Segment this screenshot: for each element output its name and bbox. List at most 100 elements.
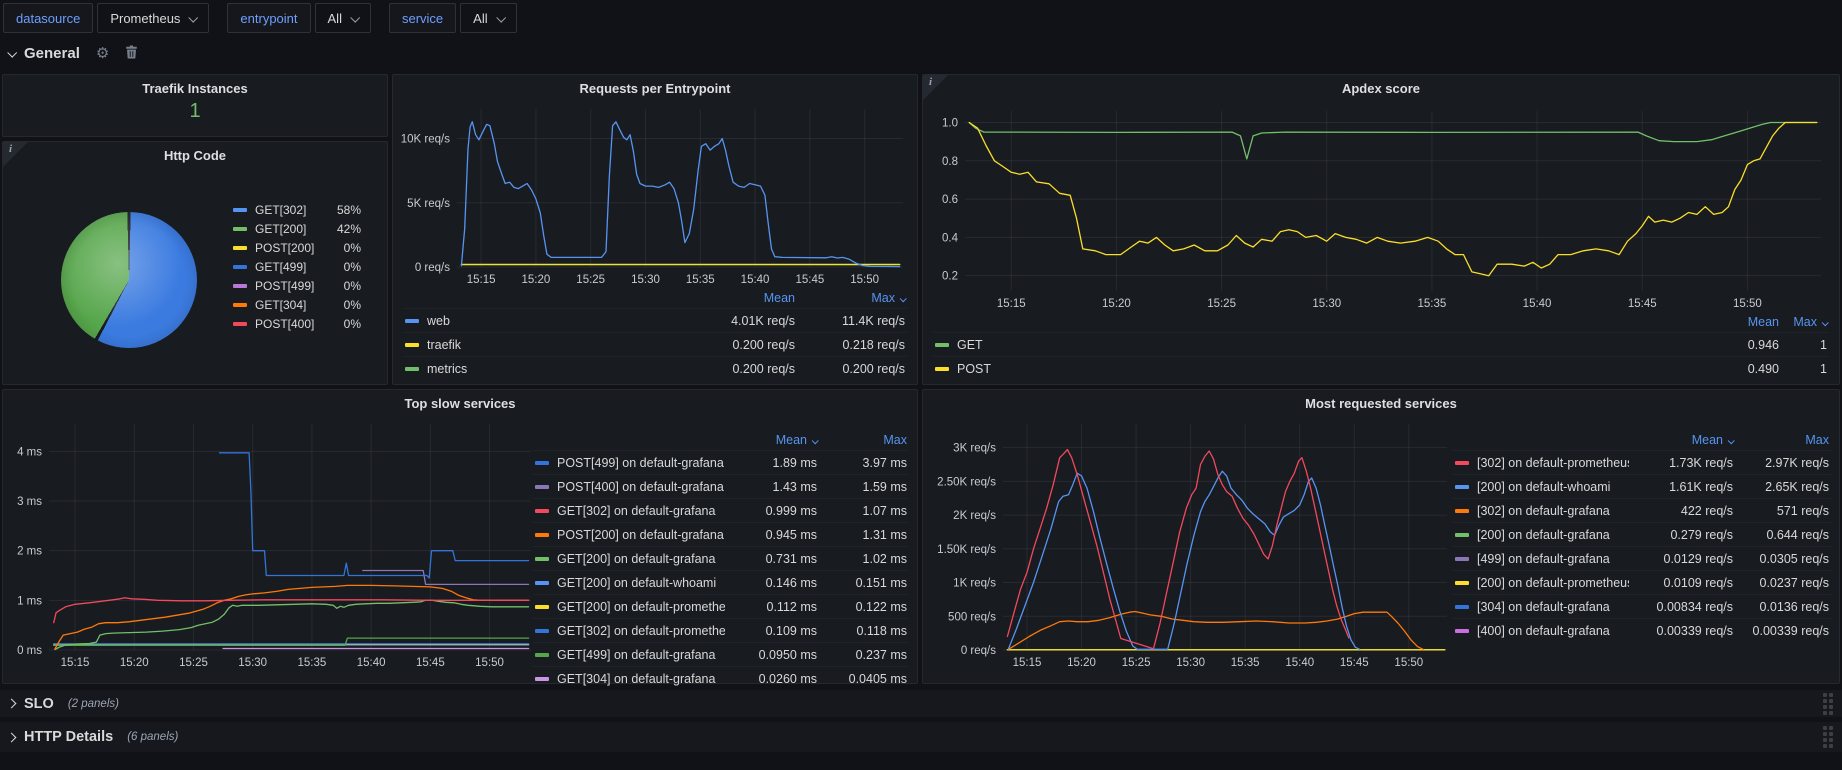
svg-text:15:45: 15:45 [795, 274, 824, 286]
legend-row[interactable]: metrics0.200 req/s0.200 req/s [403, 356, 907, 380]
series-mean: 4.01K req/s [695, 314, 795, 328]
most-requested-services-chart[interactable]: 15:1515:2015:2515:3015:3515:4015:4515:50… [927, 414, 1451, 674]
svg-text:0.4: 0.4 [942, 232, 959, 244]
series-line [220, 453, 529, 578]
series-color-swatch [1455, 629, 1469, 633]
legend-row[interactable]: [200] on default-prometheus0.0109 req/s0… [1453, 570, 1831, 594]
legend-sort-max[interactable]: Max [795, 291, 905, 305]
series-mean: 0.200 req/s [695, 338, 795, 352]
legend-row[interactable]: GET[304] on default-grafana0.0260 ms0.04… [533, 666, 909, 690]
legend-item[interactable]: POST[400]0% [233, 314, 361, 333]
legend-item[interactable]: GET[200]42% [233, 219, 361, 238]
http-code-pie-chart[interactable] [61, 212, 197, 348]
panel-title[interactable]: Traefik Instances [3, 75, 387, 96]
legend-sort-mean[interactable]: Mean [695, 291, 795, 305]
chevron-down-icon [7, 47, 17, 57]
svg-text:5K req/s: 5K req/s [407, 198, 450, 210]
legend-row[interactable]: POST0.4901 [933, 356, 1829, 380]
legend-header: MeanMax [1453, 430, 1831, 450]
svg-text:15:30: 15:30 [1176, 657, 1205, 669]
svg-text:15:50: 15:50 [475, 657, 504, 669]
legend-sort-mean[interactable]: Mean [1629, 433, 1733, 447]
var-label-datasource: datasource [3, 3, 93, 33]
svg-text:0 req/s: 0 req/s [961, 645, 996, 657]
svg-text:15:50: 15:50 [1394, 657, 1423, 669]
series-max: 1 [1779, 338, 1827, 352]
panel-title[interactable]: Apdex score [923, 75, 1839, 96]
legend-row[interactable]: GET[200] on default-prometheus0.112 ms0.… [533, 594, 909, 618]
legend-sort-mean[interactable]: Mean [1699, 315, 1779, 329]
svg-text:1K req/s: 1K req/s [953, 578, 996, 590]
series-color-swatch [405, 319, 419, 323]
svg-text:15:35: 15:35 [686, 274, 715, 286]
legend-row[interactable]: GET[200] on default-whoami0.146 ms0.151 … [533, 570, 909, 594]
legend-row[interactable]: POST[200] on default-grafana0.945 ms1.31… [533, 522, 909, 546]
legend-row[interactable]: GET[302] on default-grafana0.999 ms1.07 … [533, 498, 909, 522]
top-slow-services-chart[interactable]: 15:1515:2015:2515:3015:3515:4015:4515:50… [7, 414, 535, 674]
series-mean: 0.0129 req/s [1629, 552, 1733, 566]
legend-item[interactable]: GET[499]0% [233, 257, 361, 276]
legend-item[interactable]: POST[499]0% [233, 276, 361, 295]
legend-row[interactable]: [200] on default-whoami1.61K req/s2.65K … [1453, 474, 1831, 498]
drag-handle[interactable] [1823, 693, 1833, 715]
var-value-service[interactable]: All [460, 3, 516, 33]
panel-title[interactable]: Top slow services [3, 390, 917, 411]
legend-row[interactable]: [200] on default-grafana0.279 req/s0.644… [1453, 522, 1831, 546]
legend-row[interactable]: [302] on default-grafana422 req/s571 req… [1453, 498, 1831, 522]
legend-row[interactable]: [304] on default-grafana0.00834 req/s0.0… [1453, 594, 1831, 618]
apdex-score-chart[interactable]: 15:1515:2015:2515:3015:3515:4015:4515:50… [931, 101, 1833, 313]
series-max: 0.0237 req/s [1733, 576, 1829, 590]
svg-text:1 ms: 1 ms [17, 595, 42, 607]
legend-row[interactable]: POST[400] on default-grafana1.43 ms1.59 … [533, 474, 909, 498]
legend-row[interactable]: [400] on default-grafana0.00339 req/s0.0… [1453, 618, 1831, 642]
series-max: 1.07 ms [817, 504, 907, 518]
legend-row[interactable]: GET[499] on default-grafana0.0950 ms0.23… [533, 642, 909, 666]
series-color-swatch [535, 629, 549, 633]
legend-sort-max[interactable]: Max [1779, 315, 1827, 329]
legend-row[interactable]: GET0.9461 [933, 332, 1829, 356]
legend-row[interactable]: [499] on default-grafana0.0129 req/s0.03… [1453, 546, 1831, 570]
legend-item[interactable]: GET[304]0% [233, 295, 361, 314]
legend-sort-mean[interactable]: Mean [725, 433, 817, 447]
series-mean: 1.89 ms [725, 456, 817, 470]
row-general-toggle[interactable]: General [8, 45, 80, 62]
series-max: 0.200 req/s [795, 362, 905, 376]
legend-sort-max[interactable]: Max [1733, 433, 1829, 447]
panel-title[interactable]: Requests per Entrypoint [393, 75, 917, 96]
svg-text:15:35: 15:35 [1418, 298, 1447, 310]
series-line [969, 123, 1817, 159]
svg-text:15:40: 15:40 [1285, 657, 1314, 669]
var-value-datasource[interactable]: Prometheus [97, 3, 209, 33]
drag-handle[interactable] [1823, 726, 1833, 748]
legend-row[interactable]: traefik0.200 req/s0.218 req/s [403, 332, 907, 356]
legend-item[interactable]: GET[302]58% [233, 200, 361, 219]
var-value-text: Prometheus [110, 11, 180, 26]
legend-row[interactable]: [302] on default-prometheus1.73K req/s2.… [1453, 450, 1831, 474]
legend-item[interactable]: POST[200]0% [233, 238, 361, 257]
panel-title[interactable]: Http Code [3, 142, 387, 163]
svg-text:4 ms: 4 ms [17, 446, 42, 458]
panel-info-corner[interactable]: i [923, 75, 948, 100]
legend-row[interactable]: POST[499] on default-grafana1.89 ms3.97 … [533, 450, 909, 474]
row-slo-toggle[interactable]: SLO [8, 696, 54, 712]
gear-icon[interactable]: ⚙ [96, 46, 109, 61]
legend-sort-max[interactable]: Max [817, 433, 907, 447]
series-label: [302] on default-prometheus [1477, 456, 1629, 470]
trash-icon[interactable] [125, 45, 138, 62]
row-http-details-toggle[interactable]: HTTP Details [8, 729, 113, 745]
legend-row[interactable]: GET[200] on default-grafana0.731 ms1.02 … [533, 546, 909, 570]
series-max: 0.151 ms [817, 576, 907, 590]
row-title: HTTP Details [24, 729, 113, 745]
requests-per-entrypoint-chart[interactable]: 15:1515:2015:2515:3015:3515:4015:4515:50… [399, 101, 911, 289]
chevron-down-icon [350, 12, 360, 22]
panel-title[interactable]: Most requested services [923, 390, 1839, 411]
series-color-swatch [1455, 605, 1469, 609]
panel-info-corner[interactable]: i [3, 142, 28, 167]
svg-text:15:30: 15:30 [631, 274, 660, 286]
legend-row[interactable]: GET[302] on default-prometheus0.109 ms0.… [533, 618, 909, 642]
series-color-swatch [535, 509, 549, 513]
var-value-entrypoint[interactable]: All [315, 3, 371, 33]
legend-row[interactable]: web4.01K req/s11.4K req/s [403, 308, 907, 332]
series-color-swatch [535, 533, 549, 537]
var-label-entrypoint: entrypoint [227, 3, 310, 33]
